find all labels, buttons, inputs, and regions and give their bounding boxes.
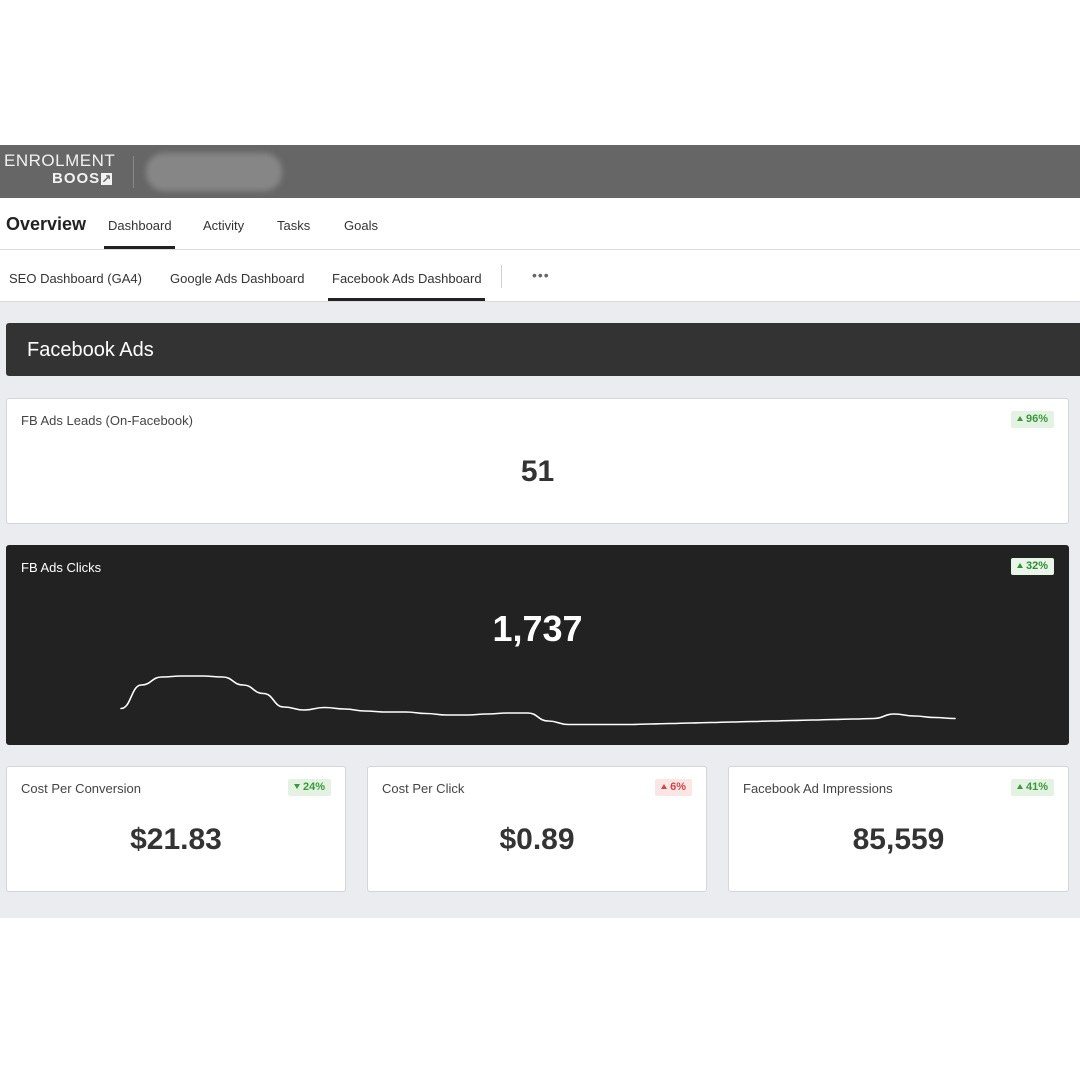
change-value: 96%	[1025, 413, 1048, 425]
tab-goals[interactable]: Goals	[344, 218, 378, 233]
logo-line-2: BOOS ↗	[52, 170, 115, 187]
triangle-up-icon	[1016, 416, 1023, 421]
dashboard-content: Facebook Ads FB Ads Leads (On-Facebook) …	[0, 302, 1080, 918]
subnav-divider	[501, 265, 502, 288]
logo-line-2-text: BOOS	[52, 170, 101, 187]
subtab-google-ads-dashboard[interactable]: Google Ads Dashboard	[170, 271, 304, 286]
triangle-down-icon	[293, 784, 300, 789]
app-header: ENROLMENT BOOS ↗	[0, 145, 1080, 198]
change-badge: 96%	[1010, 411, 1054, 428]
primary-nav: Overview Dashboard Activity Tasks Goals	[0, 198, 1080, 250]
metric-value: 85,559	[852, 823, 945, 856]
change-badge: 6%	[655, 779, 692, 796]
change-value: 6%	[670, 781, 686, 793]
tab-tasks[interactable]: Tasks	[277, 218, 310, 233]
metric-value: $0.89	[499, 823, 575, 856]
card-title: Cost Per Conversion	[21, 781, 141, 796]
change-value: 41%	[1025, 781, 1048, 793]
metric-value: $21.83	[130, 823, 222, 856]
header-divider	[133, 156, 134, 188]
triangle-up-icon	[1016, 784, 1023, 789]
subtab-seo-dashboard[interactable]: SEO Dashboard (GA4)	[9, 271, 142, 286]
metric-value: 51	[520, 455, 555, 488]
tab-dashboard[interactable]: Dashboard	[104, 218, 175, 249]
change-badge: 41%	[1010, 779, 1054, 796]
change-value: 24%	[302, 781, 325, 793]
triangle-up-icon	[661, 784, 668, 789]
page-title: Overview	[6, 214, 87, 234]
arrow-up-right-icon: ↗	[101, 171, 113, 186]
clicks-sparkline	[120, 675, 956, 726]
card-cost-per-click[interactable]: Cost Per Click 6% $0.89	[367, 766, 707, 892]
tab-activity[interactable]: Activity	[203, 218, 244, 233]
more-options-icon[interactable]: •••	[532, 267, 550, 283]
card-title: Facebook Ad Impressions	[743, 781, 893, 796]
card-facebook-ad-impressions[interactable]: Facebook Ad Impressions 41% 85,559	[728, 766, 1069, 892]
card-title: FB Ads Leads (On-Facebook)	[21, 413, 193, 428]
sparkline-path	[120, 675, 956, 726]
enrolment-boost-logo[interactable]: ENROLMENT BOOS ↗	[4, 151, 116, 188]
subtab-facebook-ads-dashboard[interactable]: Facebook Ads Dashboard	[328, 271, 485, 301]
change-badge: 24%	[287, 779, 331, 796]
card-cost-per-conversion[interactable]: Cost Per Conversion 24% $21.83	[6, 766, 346, 892]
section-header: Facebook Ads	[6, 323, 1080, 376]
dashboard-tabs: SEO Dashboard (GA4) Google Ads Dashboard…	[0, 250, 1080, 302]
logo-line-1: ENROLMENT	[4, 151, 116, 170]
client-logo-blurred	[146, 153, 282, 191]
card-title: Cost Per Click	[382, 781, 465, 796]
card-fb-ads-clicks[interactable]: FB Ads Clicks 32% 1,737	[6, 545, 1069, 745]
section-title: Facebook Ads	[27, 339, 154, 361]
card-fb-ads-leads[interactable]: FB Ads Leads (On-Facebook) 96% 51	[6, 398, 1069, 524]
